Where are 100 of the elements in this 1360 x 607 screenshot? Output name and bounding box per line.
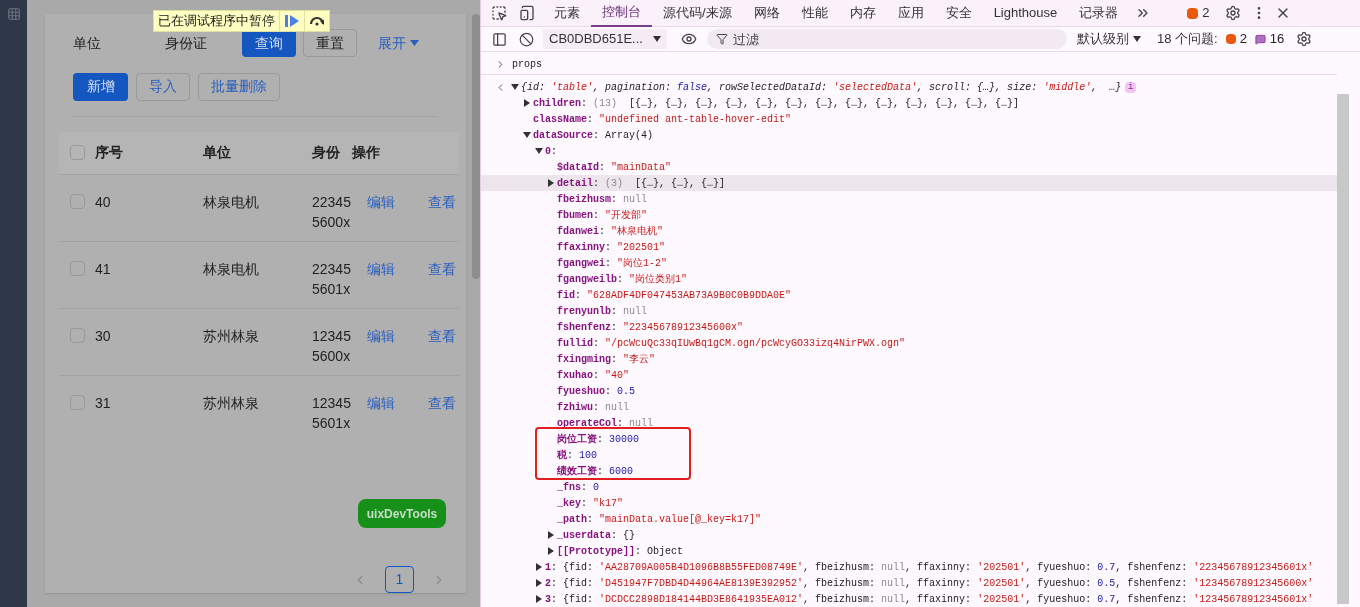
devtools-tab[interactable]: 元素 [543, 0, 591, 27]
devtools-tab[interactable]: 控制台 [591, 0, 652, 27]
property-line: ffaxinny: "202501" [557, 240, 666, 255]
paused-message: 已在调试程序中暂停 [157, 12, 276, 30]
eye-icon[interactable] [680, 31, 697, 47]
property-line: 0: [545, 144, 558, 159]
devtools-tab[interactable]: 安全 [934, 0, 983, 27]
property-line: $dataId: "mainData" [557, 160, 672, 175]
property-line: dataSource: Array(4) [533, 128, 654, 143]
property-line: [[Prototype]]: Object [557, 544, 684, 559]
scrollbar[interactable] [472, 14, 480, 279]
property-line: _userdata: {} [557, 528, 636, 543]
step-over-icon [309, 16, 325, 26]
table-cell-text: 苏州林泉 [203, 393, 260, 413]
table-cell-text: 31 [95, 393, 112, 413]
table-cell-text: 林泉电机 [203, 259, 260, 279]
property-line: fxingming: "李云" [557, 352, 656, 367]
property-line: 1: {fid: 'AA28709A005B4D1096B8B55FED08749E', fbeizhusm: null, ffaxinny: '202501', fyueshuo: 0.7, fshenfenz: '22345678912345601x' [545, 560, 1314, 575]
property-line: fbumen: "开发部" [557, 208, 648, 223]
property-line: 3: {fid: 'DCDCC2898D184144BD3E8641935EA012', fbeizhusm: null, ffaxinny: '202501', fyueshuo: 0.7, fshenfenz: '12345678912345601x' [545, 592, 1314, 607]
message-icon [1254, 33, 1266, 45]
warning-icon [1187, 7, 1199, 19]
filter-icon [715, 33, 728, 45]
inspect-icon[interactable] [491, 5, 507, 21]
table-cell-text: 41 [95, 259, 112, 279]
table-cell-text: 12345 5601x [312, 393, 352, 433]
property-line: className: "undefined ant-table-hover-edit" [533, 112, 792, 127]
property-line: fid: "628ADF4DF047453AB73A9B0C0B9DDA0E" [557, 288, 792, 303]
warning-icon [1225, 34, 1236, 44]
expanded-arrow-icon[interactable] [535, 147, 543, 155]
devtools-tab[interactable]: 网络 [742, 0, 791, 27]
info-badge[interactable]: i [1125, 81, 1137, 93]
property-line: _path: "mainData.value[@_key=k17]" [557, 512, 762, 527]
issues-badge[interactable]: 2 [1187, 3, 1210, 23]
column-header: 序号 [95, 143, 124, 163]
console-input-text: props [512, 57, 542, 72]
device-icon[interactable] [519, 5, 535, 21]
context-dropdown[interactable]: CB0DBD651E... [543, 29, 667, 49]
filter-label: 身份证 [165, 33, 208, 53]
log-level-dropdown[interactable]: 默认级别 [1076, 29, 1141, 49]
collapsed-arrow-icon[interactable] [547, 179, 555, 187]
property-line: fyueshuo: 0.5 [557, 384, 636, 399]
table-cell-text: 40 [95, 192, 112, 212]
table-cell-text: 22345 5600x [312, 192, 352, 232]
property-line: fzhiwu: null [557, 400, 630, 415]
resume-icon [285, 15, 299, 27]
collapsed-arrow-icon[interactable] [535, 579, 543, 587]
table-cell-text: 林泉电机 [203, 192, 260, 212]
column-header: 操作 [352, 143, 381, 163]
property-line: fgangweilb: "岗位类别1" [557, 272, 688, 287]
property-line: _key: "k17" [557, 496, 624, 511]
property-line: 2: {fid: 'D451947F7DBD4D44964AE8139E392952', fbeizhusm: null, ffaxinny: '202501', fyueshuo: 0.5, fshenfenz: '12345678912345600x' [545, 576, 1314, 591]
caret-icon [652, 36, 661, 42]
devtools-tab[interactable]: 记录器 [1068, 0, 1130, 27]
expanded-arrow-icon[interactable] [523, 131, 531, 139]
collapsed-arrow-icon[interactable] [547, 547, 555, 555]
property-line: fbeizhusm: null [557, 192, 648, 207]
devtools-tab[interactable]: 性能 [790, 0, 839, 27]
scrollbar[interactable] [1337, 94, 1349, 604]
devtools-tab[interactable]: Lighthouse [982, 0, 1069, 27]
info-count[interactable]: 16 [1254, 29, 1285, 49]
devtools-tab[interactable]: 源代码/来源 [652, 0, 743, 27]
caret-icon [410, 40, 419, 46]
issues-count-label: 18 个问题: [1156, 30, 1218, 49]
object-preview: {id: 'table', pagination: false, rowSelectedDataId: 'selectedData', scroll: {…}, size: 'middle', …} [521, 80, 1122, 95]
property-line: 岗位工资: 30000 [557, 432, 640, 447]
collapsed-arrow-icon[interactable] [535, 563, 543, 571]
expanded-arrow-icon[interactable] [511, 83, 519, 91]
property-line: fdanwei: "林泉电机" [557, 224, 664, 239]
property-line: detail: (3) [{…}, {…}, {…}] [557, 176, 726, 191]
filter-field[interactable]: 过滤 [706, 29, 1067, 49]
filter-label: 单位 [73, 33, 102, 53]
property-line: 绩效工资: 6000 [557, 464, 634, 479]
add-button[interactable]: 新增 [73, 72, 128, 101]
property-line: operateCol: null [557, 416, 654, 431]
warnings-count[interactable]: 2 [1225, 29, 1247, 49]
checkbox[interactable] [69, 145, 85, 161]
property-line: fxuhao: "40" [557, 368, 630, 383]
table-cell-text: 30 [95, 326, 112, 346]
table-cell-text: 12345 5600x [312, 326, 352, 366]
property-line: fshenfenz: "22345678912345600x" [557, 320, 744, 335]
sidebar-toggle-icon[interactable] [492, 31, 507, 47]
caret-icon [1132, 36, 1141, 42]
property-line: frenyunlb: null [557, 304, 648, 319]
column-header: 单位 [203, 143, 232, 163]
console-settings-icon[interactable] [1296, 31, 1313, 47]
property-line: 税: 100 [557, 448, 598, 463]
collapsed-arrow-icon[interactable] [547, 531, 555, 539]
property-line: _fns: 0 [557, 480, 600, 495]
devtools-tab[interactable]: 内存 [838, 0, 887, 27]
settings-icon[interactable] [1225, 5, 1242, 21]
clear-console-icon[interactable] [519, 31, 534, 47]
collapsed-arrow-icon[interactable] [535, 595, 543, 603]
table-cell-text: 22345 5601x [312, 259, 352, 299]
collapsed-arrow-icon[interactable] [523, 99, 531, 107]
devtools-tab[interactable]: 应用 [886, 0, 935, 27]
column-header: 身份 [312, 143, 341, 163]
property-line: fullid: "/pcWcuQc33qIUwBq1gCM.ogn/pcWcyGO33izq4NirPWX.ogn" [557, 336, 906, 351]
property-line: children: (13) [{…}, {…}, {…}, {…}, {…}, {…}, {…}, {…}, {…}, {…}, {…}, {…}, {…}] [533, 96, 1020, 111]
table-cell-text: 苏州林泉 [203, 326, 260, 346]
